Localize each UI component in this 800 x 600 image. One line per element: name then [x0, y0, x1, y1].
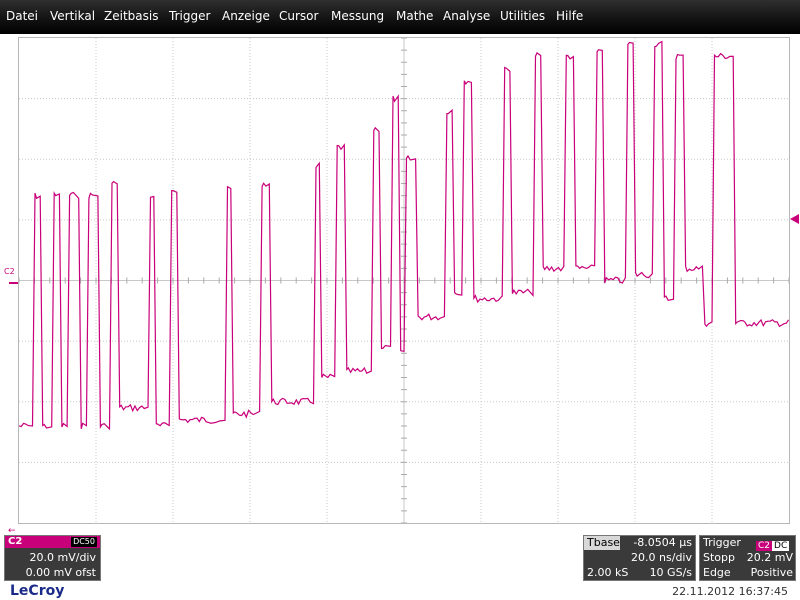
trigger-coupling: DC [772, 541, 790, 551]
trigger-level: 20.2 mV [746, 551, 793, 564]
menu-zeitbasis[interactable]: Zeitbasis [104, 9, 158, 23]
timebase-title: Tbase [587, 536, 620, 549]
channel-descriptor-header: C2 DC50 [5, 536, 100, 548]
trigger-mode: Stopp [703, 551, 735, 564]
channel-scale: 20.0 mV/div [29, 551, 96, 564]
menu-datei[interactable]: Datei [6, 9, 38, 23]
timebase-box[interactable]: Tbase -8.0504 µs 20.0 ns/div 2.00 kS 10 … [583, 535, 696, 581]
waveform-display[interactable] [18, 37, 790, 524]
brand-logo: LeCroy [10, 583, 65, 599]
channel-name: C2 [8, 536, 23, 547]
channel-descriptor-box[interactable]: C2 DC50 20.0 mV/div 0.00 mV ofst [4, 535, 101, 581]
menu-analyse[interactable]: Analyse [443, 9, 490, 23]
channel-ground-label: C2 [4, 267, 15, 276]
menu-anzeige[interactable]: Anzeige [222, 9, 270, 23]
timebase-delay: -8.0504 µs [633, 536, 692, 549]
waveform-grid-svg [19, 38, 789, 523]
trigger-source-badge: C2 DC [756, 538, 790, 551]
menu-bar: Datei Vertikal Zeitbasis Trigger Anzeige… [0, 0, 800, 34]
menu-mathe[interactable]: Mathe [396, 9, 433, 23]
menu-messung[interactable]: Messung [331, 9, 384, 23]
menu-hilfe[interactable]: Hilfe [556, 9, 583, 23]
menu-utilities[interactable]: Utilities [500, 9, 545, 23]
timebase-rate: 10 GS/s [649, 566, 692, 579]
trigger-type: Edge [703, 566, 731, 579]
trigger-slope: Positive [750, 566, 793, 579]
menu-vertikal[interactable]: Vertikal [50, 9, 95, 23]
timebase-samples: 2.00 kS [587, 566, 629, 579]
menu-cursor[interactable]: Cursor [279, 9, 318, 23]
timebase-per-div: 20.0 ns/div [631, 551, 692, 564]
channel-ground-marker[interactable] [9, 282, 18, 284]
menu-trigger[interactable]: Trigger [169, 9, 210, 23]
trigger-title: Trigger [703, 536, 741, 549]
trigger-level-marker[interactable] [790, 214, 799, 224]
timestamp: 22.11.2012 16:37:45 [672, 585, 788, 598]
trigger-source: C2 [756, 541, 773, 551]
channel-coupling: DC50 [71, 537, 97, 547]
trigger-box[interactable]: Trigger C2 DC Stopp 20.2 mV Edge Positive [699, 535, 796, 581]
channel-offset: 0.00 mV ofst [25, 566, 96, 579]
